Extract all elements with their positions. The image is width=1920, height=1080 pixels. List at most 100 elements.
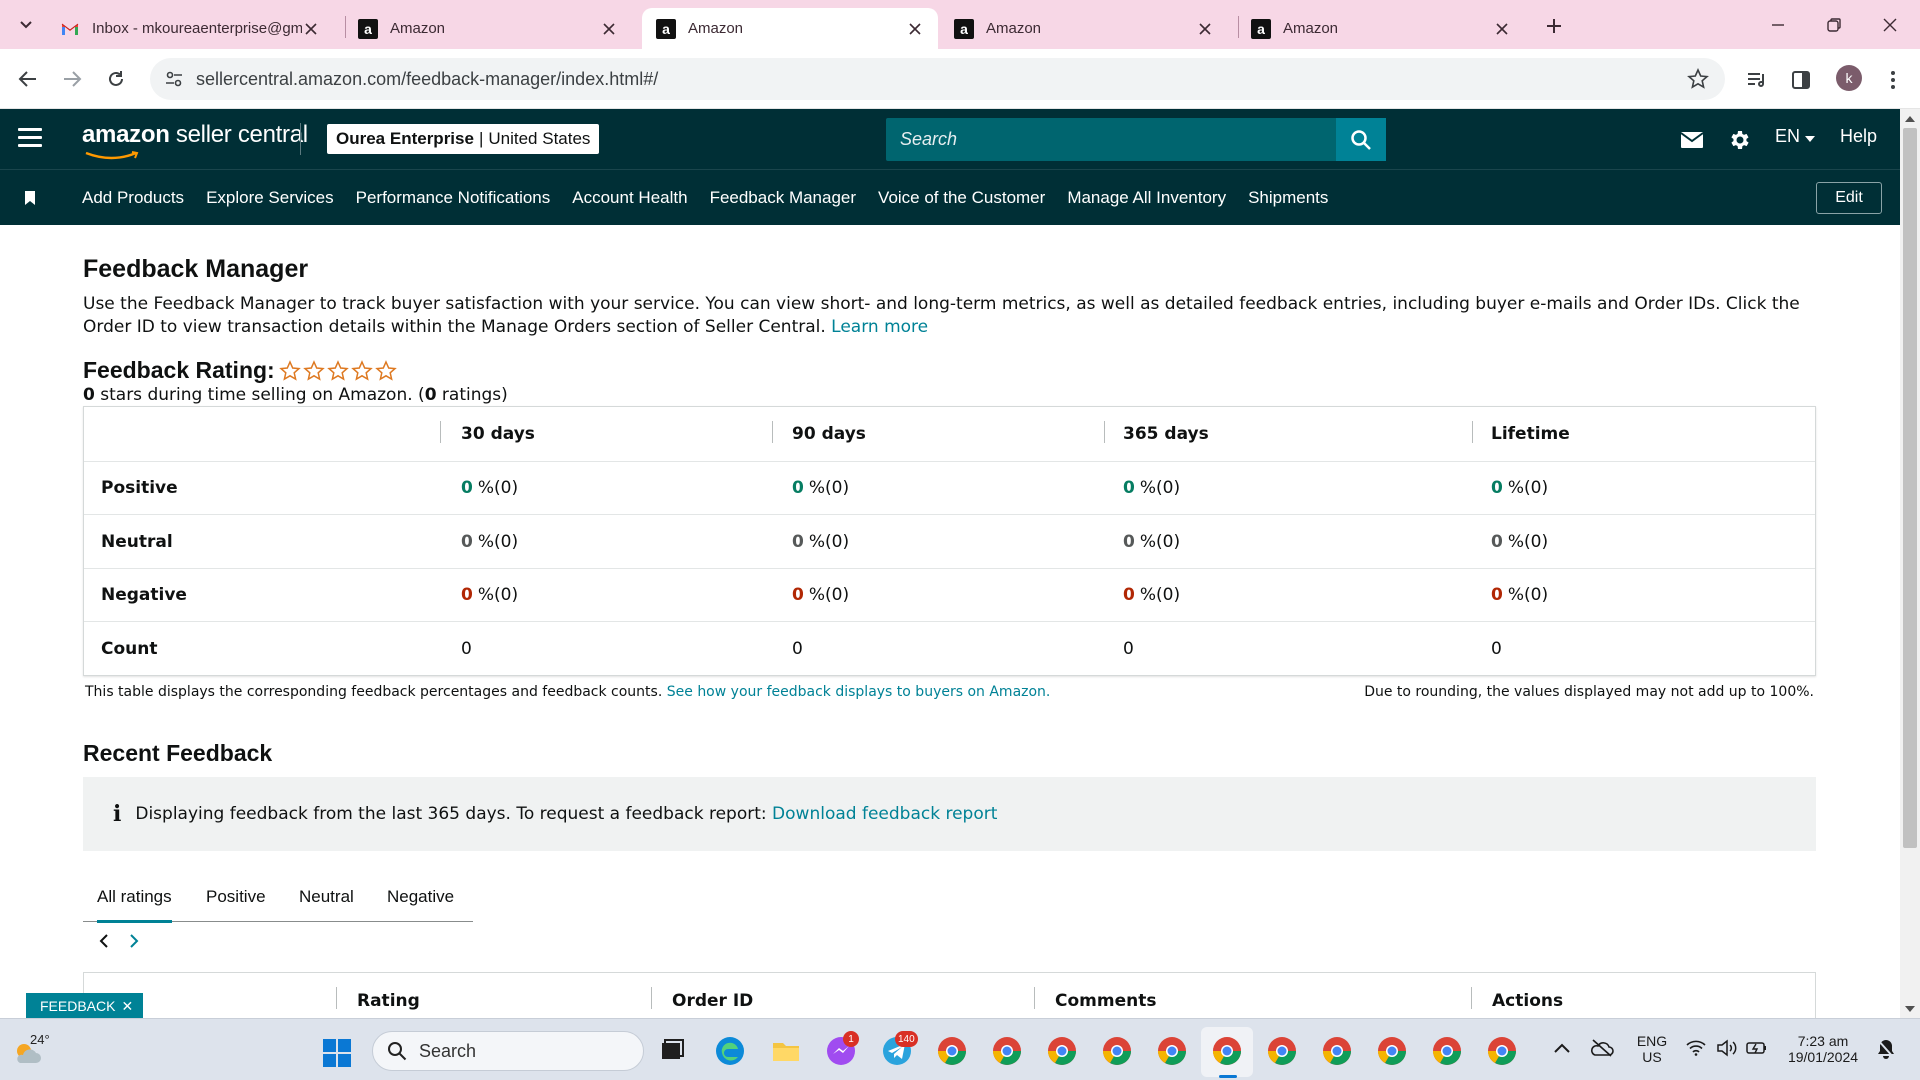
chrome-profile-icon[interactable] [1321,1035,1353,1067]
metric-value: 0 [1123,585,1135,605]
previous-page-button[interactable] [93,930,115,952]
scroll-up-icon[interactable] [1904,113,1916,125]
svg-text:a: a [1257,21,1265,37]
store-region: United States [488,129,591,148]
reload-button[interactable] [100,63,132,95]
download-feedback-report-link[interactable]: Download feedback report [772,804,997,824]
chrome-profile-icon[interactable] [1486,1035,1518,1067]
back-button[interactable] [12,63,44,95]
media-control-button[interactable] [1742,65,1772,95]
volume-icon[interactable] [1716,1039,1738,1057]
column-divider [1471,987,1472,1009]
close-icon[interactable] [1493,20,1511,38]
browser-tab-amazon-1[interactable]: a Amazon [344,8,632,49]
site-settings-icon[interactable] [164,69,184,89]
bookmark-icon[interactable] [24,190,36,206]
count-value: 0 [1123,638,1134,659]
chrome-profile-icon[interactable] [1266,1035,1298,1067]
clock[interactable]: 7:23 am 19/01/2024 [1780,1033,1866,1065]
input-language[interactable]: ENG US [1632,1033,1672,1065]
metrics-note: This table displays the corresponding fe… [85,684,1050,700]
metrics-row-count: Count 0 0 0 0 [84,621,1815,675]
nav-feedback-manager[interactable]: Feedback Manager [710,188,856,208]
learn-more-link[interactable]: Learn more [831,317,928,337]
windows-start-icon[interactable] [322,1038,352,1068]
tab-title: Amazon [390,20,446,37]
browser-menu-button[interactable] [1878,65,1908,95]
chevron-left-icon [99,934,108,948]
nav-performance-notifications[interactable]: Performance Notifications [356,188,551,208]
metric-value: 0 [792,531,804,552]
close-window-button[interactable] [1868,8,1912,42]
feedback-display-link[interactable]: See how your feedback displays to buyers… [667,684,1051,700]
info-alert: i Displaying feedback from the last 365 … [83,777,1816,851]
wifi-icon[interactable] [1686,1040,1706,1056]
onedrive-offline-icon[interactable] [1590,1039,1614,1057]
tab-neutral[interactable]: Neutral [299,872,354,922]
nav-account-health[interactable]: Account Health [572,188,687,208]
file-explorer-icon[interactable] [770,1035,802,1067]
close-icon[interactable] [1196,20,1214,38]
settings-button[interactable] [1725,126,1753,154]
scrollbar-thumb[interactable] [1903,128,1917,848]
chevron-up-icon[interactable] [1554,1043,1570,1053]
search-input[interactable] [886,118,1336,161]
next-page-button[interactable] [123,930,145,952]
nav-explore-services[interactable]: Explore Services [206,188,334,208]
search-button[interactable] [1336,118,1386,161]
metric-value: 0 [1491,585,1503,605]
battery-charging-icon[interactable] [1746,1040,1768,1056]
nav-voice-of-the-customer[interactable]: Voice of the Customer [878,188,1045,208]
help-link[interactable]: Help [1840,126,1877,147]
close-icon[interactable] [600,20,618,38]
notification-bell-icon[interactable] [1876,1038,1896,1060]
browser-tab-amazon-3[interactable]: a Amazon [940,8,1228,49]
edge-browser-icon[interactable] [714,1035,746,1067]
marketplace-switcher[interactable]: Ourea Enterprise | United States [327,124,600,154]
tab-positive[interactable]: Positive [206,872,266,922]
media-queue-icon [1748,73,1764,87]
address-bar[interactable]: sellercentral.amazon.com/feedback-manage… [150,58,1725,100]
chrome-profile-icon[interactable] [991,1035,1023,1067]
restore-button[interactable] [1812,8,1856,42]
forward-button[interactable] [56,63,88,95]
new-tab-button[interactable] [1540,12,1568,40]
nav-manage-all-inventory[interactable]: Manage All Inventory [1067,188,1226,208]
messages-button[interactable] [1678,126,1706,154]
subnav-links: Add Products Explore Services Performanc… [82,170,1350,226]
side-panel-button[interactable] [1786,65,1816,95]
chrome-profile-icon[interactable] [1046,1035,1078,1067]
scroll-down-icon[interactable] [1904,1003,1916,1015]
browser-tab-gmail[interactable]: Inbox - mkoureaenterprise@gm [46,8,334,49]
bookmark-star-icon[interactable] [1687,68,1709,90]
weather-widget[interactable]: 24° [10,1029,50,1069]
close-icon[interactable]: ✕ [121,998,133,1015]
close-icon[interactable] [906,20,924,38]
edit-bookmarks-button[interactable]: Edit [1816,182,1882,214]
browser-tab-amazon-4[interactable]: a Amazon [1237,8,1525,49]
chrome-profile-icon[interactable] [1376,1035,1408,1067]
count-value: 0 [1491,638,1502,659]
minimize-button[interactable] [1756,8,1800,42]
chrome-profile-icon[interactable] [1156,1035,1188,1067]
chrome-profile-icon[interactable] [1101,1035,1133,1067]
tab-all-ratings[interactable]: All ratings [97,872,172,923]
hamburger-menu-icon[interactable] [18,128,42,150]
count-value: 0 [792,638,803,659]
chrome-profile-icon[interactable] [936,1035,968,1067]
nav-shipments[interactable]: Shipments [1248,188,1328,208]
taskbar-search[interactable]: Search [372,1031,644,1071]
chrome-profile-icon[interactable] [1431,1035,1463,1067]
tab-negative[interactable]: Negative [387,872,454,922]
chrome-active-profile-icon[interactable] [1211,1035,1243,1067]
feedback-button[interactable]: FEEDBACK ✕ [26,993,144,1019]
task-view-icon[interactable] [656,1035,688,1067]
nav-add-products[interactable]: Add Products [82,188,184,208]
tab-search-button[interactable] [12,10,40,38]
language-selector[interactable]: EN [1775,126,1816,147]
close-icon[interactable] [302,20,320,38]
profile-avatar[interactable]: k [1836,65,1862,91]
seller-central-logo[interactable]: amazon seller central [82,121,308,160]
rating-stars-value: 0 [83,385,95,405]
browser-tab-amazon-active[interactable]: a Amazon [642,8,938,49]
